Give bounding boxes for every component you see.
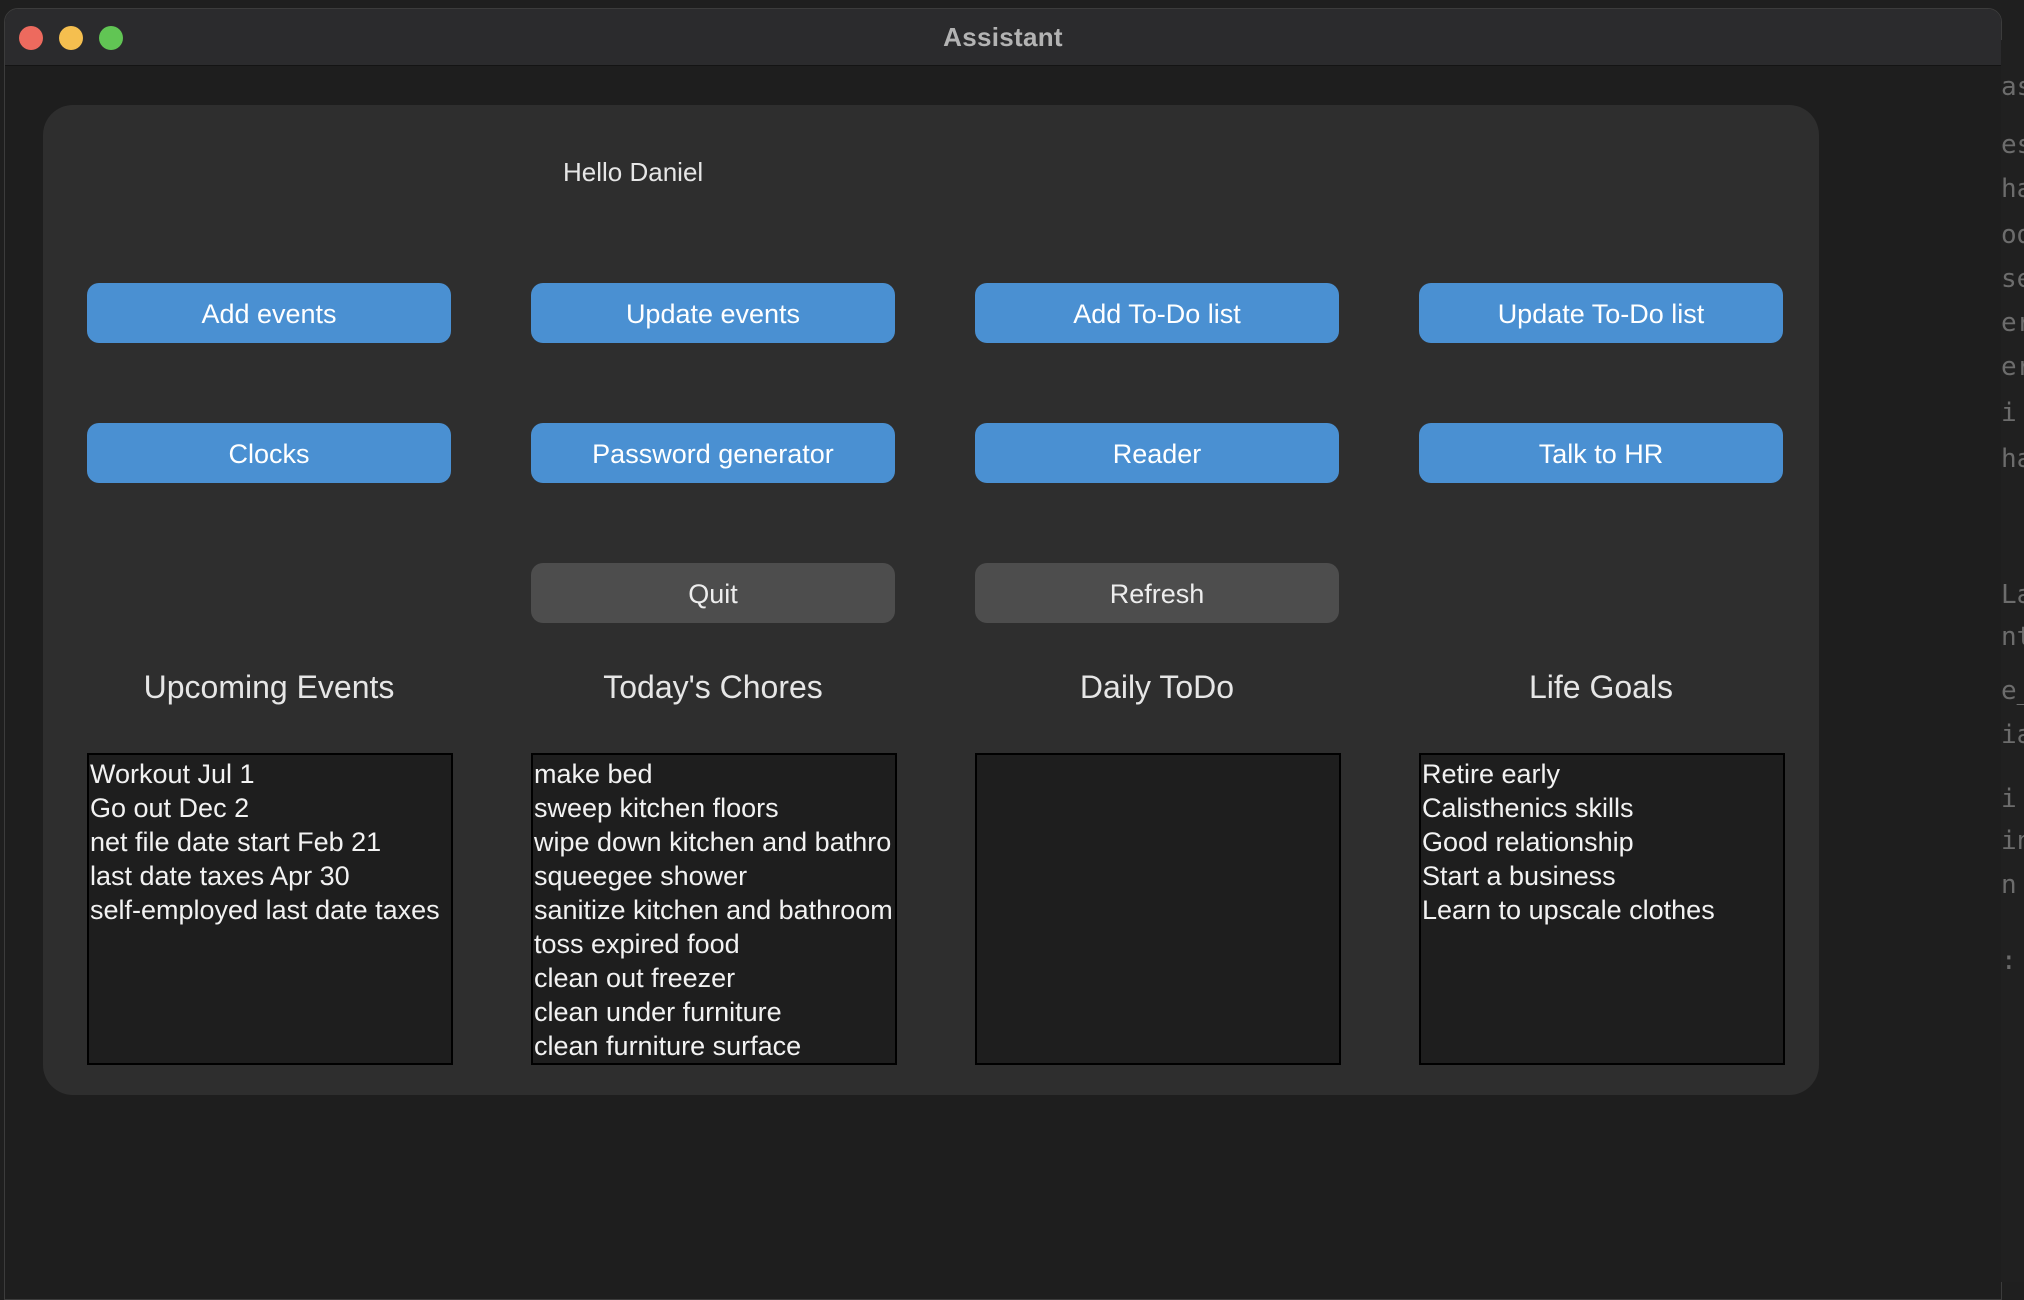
talk-to-hr-button[interactable]: Talk to HR <box>1419 423 1783 483</box>
todays-chores-heading: Today's Chores <box>603 669 823 705</box>
background-editor-edge: as es ha od se er er i ha La nt e_ia i in n: <box>2001 40 2024 1282</box>
password-generator-button[interactable]: Password generator <box>531 423 895 483</box>
life-goals-list[interactable]: Retire early Calisthenics skills Good rela… <box>1419 753 1785 1065</box>
life-goal-item[interactable]: Start a business <box>1421 859 1783 893</box>
background-code-fragment: er <box>2001 352 2024 382</box>
quit-button[interactable]: Quit <box>531 563 895 623</box>
daily-todo-list[interactable] <box>975 753 1341 1065</box>
chore-item[interactable]: clean out freezer <box>533 961 895 995</box>
background-code-fragment: ia <box>2001 720 2024 750</box>
upcoming-events-list[interactable]: Workout Jul 1 Go out Dec 2 net file date s… <box>87 753 453 1065</box>
background-code-fragment: ha <box>2001 174 2024 204</box>
chore-item[interactable]: sanitize kitchen and bathroom <box>533 893 895 927</box>
chore-item[interactable]: clean under furniture <box>533 995 895 1029</box>
background-code-fragment: se <box>2001 264 2024 294</box>
greeting-text: Hello Daniel <box>563 157 704 187</box>
background-code-fragment: er <box>2001 308 2024 338</box>
chore-item[interactable]: sweep kitchen floors <box>533 791 895 825</box>
reader-button[interactable]: Reader <box>975 423 1339 483</box>
app-window: Assistant Hello Daniel Add events Update… <box>4 8 2002 1300</box>
life-goal-item[interactable]: Calisthenics skills <box>1421 791 1783 825</box>
background-code-fragment: e_ <box>2001 676 2024 706</box>
window-title: Assistant <box>943 22 1063 52</box>
daily-todo-heading: Daily ToDo <box>1079 669 1235 705</box>
chore-item[interactable]: squeegee shower <box>533 859 895 893</box>
chore-item[interactable]: toss expired food <box>533 927 895 961</box>
background-code-fragment: ha <box>2001 444 2024 474</box>
upcoming-event-item[interactable]: Workout Jul 1 <box>89 757 451 791</box>
chore-item[interactable]: make bed <box>533 757 895 791</box>
background-code-fragment: La <box>2001 580 2024 610</box>
upcoming-event-item[interactable]: Go out Dec 2 <box>89 791 451 825</box>
life-goals-heading: Life Goals <box>1528 669 1674 705</box>
chore-item[interactable]: clean furniture surface <box>533 1029 895 1063</box>
refresh-button[interactable]: Refresh <box>975 563 1339 623</box>
background-code-fragment: nt <box>2001 622 2024 652</box>
upcoming-event-item[interactable]: last date taxes Apr 30 <box>89 859 451 893</box>
todays-chores-list[interactable]: make bed sweep kitchen floors wipe down ki… <box>531 753 897 1065</box>
update-events-button[interactable]: Update events <box>531 283 895 343</box>
background-code-fragment: in <box>2001 826 2024 856</box>
upcoming-event-item[interactable]: net file date start Feb 21 <box>89 825 451 859</box>
add-events-button[interactable]: Add events <box>87 283 451 343</box>
background-code-fragment: es <box>2001 130 2024 160</box>
main-panel: Hello Daniel Add events Update events Ad… <box>43 105 1819 1095</box>
title-bar: Assistant <box>5 9 2001 66</box>
background-code-fragment: as <box>2001 72 2024 102</box>
upcoming-event-item[interactable]: self-employed last date taxes <box>89 893 451 927</box>
life-goal-item[interactable]: Retire early <box>1421 757 1783 791</box>
update-todo-button[interactable]: Update To-Do list <box>1419 283 1783 343</box>
chore-item[interactable]: wipe down kitchen and bathro <box>533 825 895 859</box>
life-goal-item[interactable]: Learn to upscale clothes <box>1421 893 1783 927</box>
background-code-fragment: od <box>2001 220 2024 250</box>
upcoming-events-heading: Upcoming Events <box>143 669 395 705</box>
background-code-fragment: i <box>2001 398 2017 428</box>
life-goal-item[interactable]: Good relationship <box>1421 825 1783 859</box>
clocks-button[interactable]: Clocks <box>87 423 451 483</box>
background-code-fragment: i <box>2001 784 2017 814</box>
background-code-fragment: : <box>2001 946 2017 976</box>
add-todo-button[interactable]: Add To-Do list <box>975 283 1339 343</box>
background-code-fragment: n <box>2001 870 2017 900</box>
